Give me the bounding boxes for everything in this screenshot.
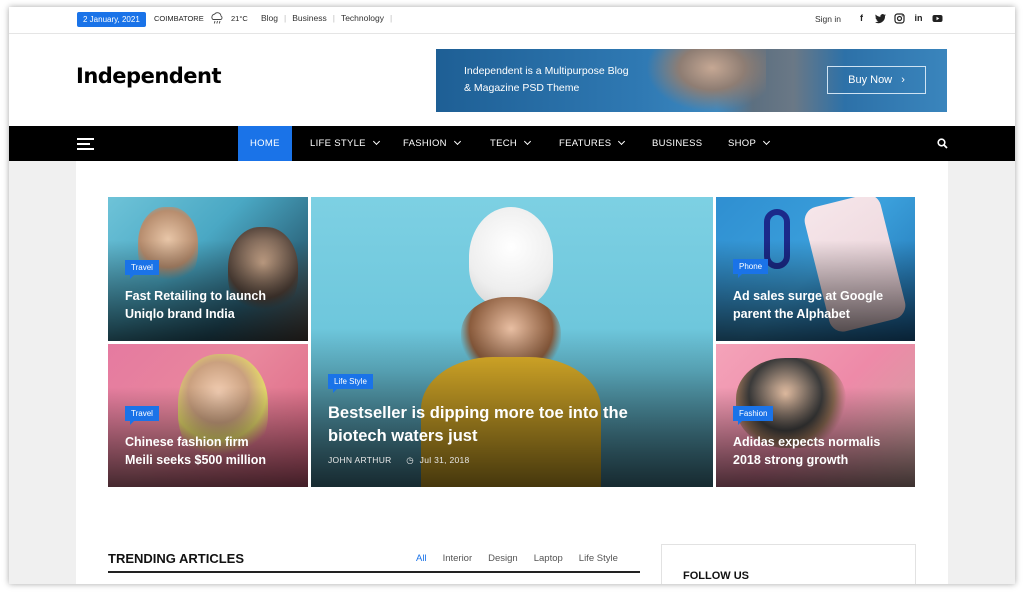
twitter-icon[interactable] [874,12,887,25]
title-line: 2018 strong growth [733,453,849,467]
cloud-rain-icon [211,12,223,24]
divider: | [389,13,393,23]
top-link-blog[interactable]: Blog [261,13,278,23]
title-line: Adidas expects normalis [733,435,881,449]
site-logo[interactable]: Independent [76,64,222,88]
category-badge[interactable]: Phone [733,259,769,278]
nav-label: SHOP [728,138,757,149]
nav-label: HOME [250,138,280,149]
title-line: biotech waters just [328,427,478,445]
author-name[interactable]: JOHN ARTHUR [328,455,392,465]
title-line: parent the Alphabet [733,307,850,321]
chevron-down-icon [524,137,532,146]
featured-card[interactable]: Travel Chinese fashion firm Meili seeks … [108,344,308,487]
nav-label: TECH [490,138,518,149]
date-badge: 2 January, 2021 [77,12,146,27]
article-meta: JOHN ARTHUR ◷ Jul 31, 2018 [328,455,470,466]
article-title[interactable]: Fast Retailing to launch Uniqlo brand In… [125,287,305,323]
banner-line-2: & Magazine PSD Theme [464,82,580,94]
chevron-down-icon [618,137,626,146]
category-badge[interactable]: Travel [125,406,159,425]
tab-life-style[interactable]: Life Style [579,553,618,564]
ad-banner[interactable]: Independent is a Multipurpose Blog & Mag… [436,49,947,112]
chevron-down-icon [763,137,771,146]
buy-now-label: Buy Now [848,74,893,86]
trending-tabs: All Interior Design Laptop Life Style [416,553,634,564]
tab-interior[interactable]: Interior [443,553,473,564]
main-content: Travel Fast Retailing to launch Uniqlo b… [76,161,948,584]
banner-line-1: Independent is a Multipurpose Blog [464,65,629,77]
category-badge[interactable]: Travel [125,260,159,279]
nav-label: BUSINESS [652,138,703,149]
article-title[interactable]: Chinese fashion firm Meili seeks $500 mi… [125,433,305,469]
instagram-icon[interactable] [893,12,906,25]
article-title[interactable]: Ad sales surge at Google parent the Alph… [733,287,913,323]
nav-item-home[interactable]: HOME [238,126,292,161]
weather-temperature: 21°C [231,14,248,23]
nav-label: FEATURES [559,138,612,149]
featured-card[interactable]: Travel Fast Retailing to launch Uniqlo b… [108,197,308,341]
nav-item-business[interactable]: BUSINESS [652,126,702,161]
divider: | [284,13,287,23]
weather-city: COIMBATORE [154,14,204,23]
nav-item-life-style[interactable]: LIFE STYLE [310,126,380,161]
tab-all[interactable]: All [416,553,427,564]
featured-card-main[interactable]: Life Style Bestseller is dipping more to… [311,197,713,487]
chevron-down-icon [372,137,380,146]
nav-item-features[interactable]: FEATURES [559,126,626,161]
nav-item-fashion[interactable]: FASHION [403,126,461,161]
category-badge[interactable]: Life Style [328,374,373,393]
buy-now-button[interactable]: Buy Now › [827,66,926,94]
title-line: Uniqlo brand India [125,307,235,321]
chevron-right-icon: › [901,74,905,86]
browser-frame: 2 January, 2021 COIMBATORE 21°C Blog | B… [9,7,1015,584]
main-nav: HOME LIFE STYLE FASHION TECH FEATURES BU… [9,126,1015,161]
title-line: Bestseller is dipping more toe into the [328,404,628,422]
youtube-icon[interactable] [931,12,944,25]
divider: | [332,13,335,23]
tab-laptop[interactable]: Laptop [534,553,563,564]
top-link-technology[interactable]: Technology [341,13,384,23]
article-date: Jul 31, 2018 [419,455,470,465]
article-title[interactable]: Bestseller is dipping more toe into the … [328,402,708,448]
title-line: Ad sales surge at Google [733,289,884,303]
category-badge[interactable]: Fashion [733,406,774,425]
tab-design[interactable]: Design [488,553,518,564]
social-icons: f in [855,12,944,25]
card-image [469,207,553,307]
sign-in-link[interactable]: Sign in [815,14,841,24]
nav-label: LIFE STYLE [310,138,366,149]
clock-icon: ◷ [406,455,414,465]
nav-item-tech[interactable]: TECH [490,126,532,161]
follow-us-widget: FOLLOW US [661,544,916,584]
divider [108,571,640,573]
banner-text: Independent is a Multipurpose Blog & Mag… [464,63,684,97]
chevron-down-icon [453,137,461,146]
trending-title: TRENDING ARTICLES [108,551,245,566]
top-links: Blog | Business | Technology | [261,13,398,23]
hamburger-menu-icon[interactable] [77,138,94,150]
featured-card[interactable]: Fashion Adidas expects normalis 2018 str… [716,344,915,487]
article-title[interactable]: Adidas expects normalis 2018 strong grow… [733,433,913,469]
site-header: Independent Independent is a Multipurpos… [9,34,1015,126]
facebook-icon[interactable]: f [855,12,868,25]
top-bar: 2 January, 2021 COIMBATORE 21°C Blog | B… [9,7,1015,34]
search-icon[interactable] [937,138,948,149]
nav-item-shop[interactable]: SHOP [728,126,771,161]
nav-label: FASHION [403,138,447,149]
follow-us-title: FOLLOW US [683,570,749,582]
linkedin-icon[interactable]: in [912,12,925,25]
title-line: Fast Retailing to launch [125,289,266,303]
top-link-business[interactable]: Business [292,13,327,23]
title-line: Chinese fashion firm [125,435,249,449]
featured-card[interactable]: Phone Ad sales surge at Google parent th… [716,197,915,341]
title-line: Meili seeks $500 million [125,453,267,467]
